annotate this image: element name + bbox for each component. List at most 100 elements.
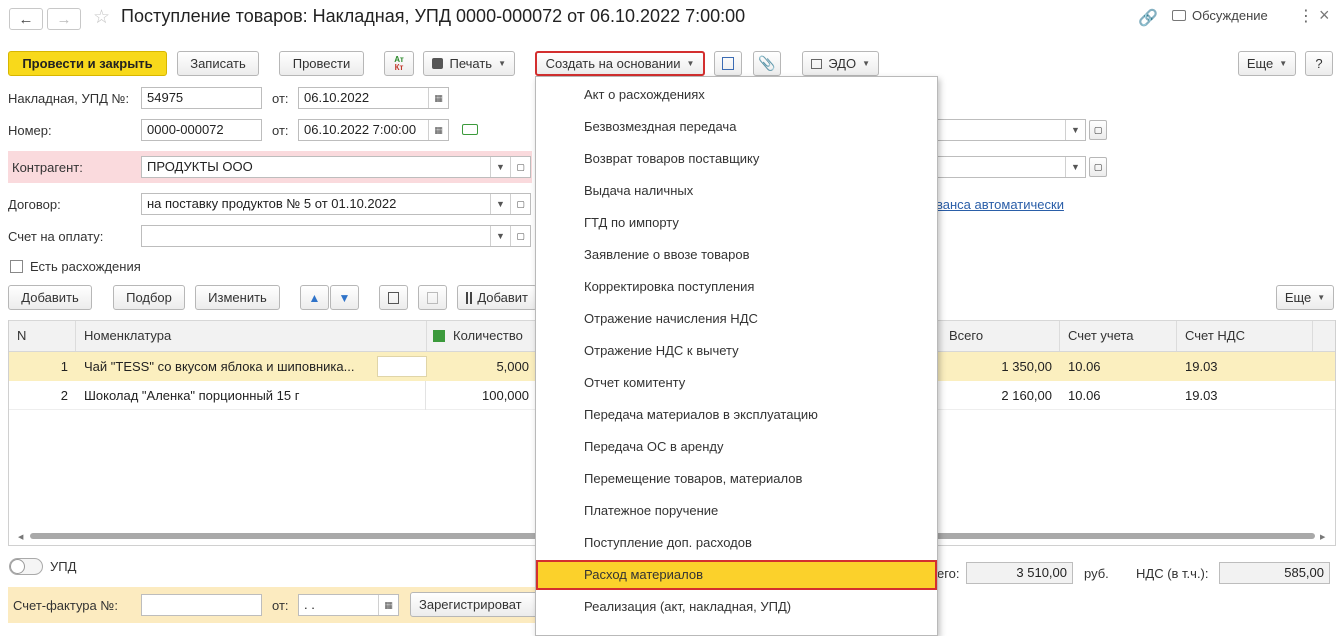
upd-label: УПД bbox=[50, 559, 77, 574]
col-quantity[interactable]: Количество bbox=[427, 321, 537, 351]
move-down-button[interactable]: ▼ bbox=[330, 285, 359, 310]
row-n: 2 bbox=[60, 388, 68, 403]
scroll-left-icon[interactable]: ◀ bbox=[18, 533, 23, 541]
col-n[interactable]: N bbox=[9, 321, 76, 351]
menu-item[interactable]: Поступление доп. расходов bbox=[536, 528, 937, 558]
link-icon[interactable]: 🔗 bbox=[1138, 8, 1158, 28]
forward-button[interactable]: → bbox=[47, 8, 81, 30]
more-button[interactable]: Еще ▼ bbox=[1238, 51, 1296, 76]
chevron-down-icon[interactable]: ▼ bbox=[1065, 120, 1085, 140]
doc-number-field[interactable]: 0000-000072 bbox=[141, 119, 262, 141]
discrepancy-checkbox[interactable] bbox=[10, 260, 23, 273]
chat-icon bbox=[1172, 10, 1186, 21]
row-nomenclature: Шоколад "Аленка" порционный 15 г bbox=[76, 381, 426, 410]
menu-item[interactable]: Заявление о ввозе товаров bbox=[536, 240, 937, 270]
upd-toggle[interactable] bbox=[9, 558, 43, 575]
edo-icon bbox=[811, 58, 823, 69]
menu-item-highlighted[interactable]: Расход материалов bbox=[536, 560, 937, 590]
menu-item[interactable]: Отражение начисления НДС bbox=[536, 304, 937, 334]
arrow-up-icon: ▲ bbox=[308, 290, 321, 305]
menu-item[interactable]: Передача материалов в эксплуатацию bbox=[536, 400, 937, 430]
back-button[interactable]: ← bbox=[9, 8, 43, 30]
dtkt-icon: Ат Кт bbox=[394, 54, 404, 72]
menu-item[interactable]: Возврат товаров поставщику bbox=[536, 144, 937, 174]
post-button[interactable]: Провести bbox=[279, 51, 364, 76]
sf-label: Счет-фактура №: bbox=[13, 598, 118, 613]
scroll-right-icon[interactable]: ▶ bbox=[1320, 533, 1325, 541]
more-vertical-icon[interactable]: ⋮ bbox=[1298, 6, 1314, 26]
chevron-down-icon[interactable]: ▼ bbox=[1065, 157, 1085, 177]
col-account[interactable]: Счет учета bbox=[1060, 321, 1177, 351]
menu-item[interactable]: Безвозмездная передача bbox=[536, 112, 937, 142]
col-vat-account[interactable]: Счет НДС bbox=[1177, 321, 1313, 351]
contract-field[interactable]: на поставку продуктов № 5 от 01.10.2022 … bbox=[141, 193, 531, 215]
calendar-icon[interactable]: ▦ bbox=[378, 595, 398, 615]
calendar-icon[interactable]: ▦ bbox=[428, 88, 448, 108]
open-icon[interactable]: ▢ bbox=[510, 226, 530, 246]
counterparty-field[interactable]: ПРОДУКТЫ ООО ▢ ▼ bbox=[141, 156, 531, 178]
payment-invoice-field[interactable]: ▢ ▼ bbox=[141, 225, 531, 247]
document-flow-icon[interactable] bbox=[462, 124, 478, 135]
save-button[interactable]: Записать bbox=[177, 51, 259, 76]
invoice-date-field[interactable]: 06.10.2022 ▦ bbox=[298, 87, 449, 109]
doc-date-field[interactable]: 06.10.2022 7:00:00 ▦ bbox=[298, 119, 449, 141]
open-warehouse-button[interactable]: ▢ bbox=[1089, 157, 1107, 177]
currency-label: руб. bbox=[1084, 566, 1109, 581]
post-and-close-button[interactable]: Провести и закрыть bbox=[8, 51, 167, 76]
pick-button[interactable]: Подбор bbox=[113, 285, 185, 310]
menu-item[interactable]: Передача ОС в аренду bbox=[536, 432, 937, 462]
print-button[interactable]: Печать ▼ bbox=[423, 51, 515, 76]
arrow-right-icon: → bbox=[56, 10, 72, 28]
table-more-button[interactable]: Еще ▼ bbox=[1276, 285, 1334, 310]
menu-item[interactable]: Отражение НДС к вычету bbox=[536, 336, 937, 366]
col-total[interactable]: Всего bbox=[941, 321, 1060, 351]
menu-item[interactable]: Выдача наличных bbox=[536, 176, 937, 206]
menu-item[interactable]: ГТД по импорту bbox=[536, 208, 937, 238]
dtkt-button[interactable]: Ат Кт bbox=[384, 51, 414, 76]
invoice-number-field[interactable]: 54975 bbox=[141, 87, 262, 109]
col-nomenclature[interactable]: Номенклатура bbox=[76, 321, 427, 351]
menu-item[interactable]: Отчет комитенту bbox=[536, 368, 937, 398]
create-based-on-menu: Акт о расхождениях Безвозмездная передач… bbox=[535, 76, 938, 636]
add-barcode-button[interactable]: Добавит bbox=[457, 285, 537, 310]
advance-offset-link[interactable]: ванса автоматически bbox=[936, 197, 1064, 212]
menu-item[interactable]: Акт о расхождениях bbox=[536, 80, 937, 110]
discussion-button[interactable]: Обсуждение bbox=[1172, 8, 1268, 23]
chevron-down-icon: ▼ bbox=[862, 59, 870, 68]
help-button[interactable]: ? bbox=[1305, 51, 1333, 76]
open-icon[interactable]: ▢ bbox=[510, 157, 530, 177]
calendar-icon[interactable]: ▦ bbox=[428, 120, 448, 140]
vat-label: НДС (в т.ч.): bbox=[1136, 566, 1209, 581]
vat-field: 585,00 bbox=[1219, 562, 1330, 584]
edit-button[interactable]: Изменить bbox=[195, 285, 280, 310]
open-icon[interactable]: ▢ bbox=[510, 194, 530, 214]
warehouse-field[interactable]: ▼ bbox=[936, 156, 1086, 178]
attachment-button[interactable]: 📎 bbox=[753, 51, 781, 76]
chevron-down-icon[interactable]: ▼ bbox=[490, 194, 510, 214]
menu-item[interactable]: Реализация (акт, накладная, УПД) bbox=[536, 592, 937, 622]
copy-rows-button[interactable] bbox=[379, 285, 408, 310]
register-button[interactable]: Зарегистрироват bbox=[410, 592, 540, 617]
chevron-down-icon[interactable]: ▼ bbox=[490, 157, 510, 177]
organization-field[interactable]: ▼ bbox=[936, 119, 1086, 141]
menu-item[interactable]: Платежное поручение bbox=[536, 496, 937, 526]
structure-button[interactable] bbox=[714, 51, 742, 76]
invoice-label: Накладная, УПД №: bbox=[8, 91, 130, 106]
chevron-down-icon[interactable]: ▼ bbox=[490, 226, 510, 246]
chevron-down-icon: ▼ bbox=[498, 59, 506, 68]
paste-rows-button[interactable] bbox=[418, 285, 447, 310]
move-up-button[interactable]: ▲ bbox=[300, 285, 329, 310]
menu-item[interactable]: Корректировка поступления bbox=[536, 272, 937, 302]
open-organization-button[interactable]: ▢ bbox=[1089, 120, 1107, 140]
row-total: 1 350,00 bbox=[1001, 359, 1052, 374]
edo-button[interactable]: ЭДО ▼ bbox=[802, 51, 879, 76]
sf-number-field[interactable] bbox=[141, 594, 262, 616]
sf-date-field[interactable]: . . ▦ bbox=[298, 594, 399, 616]
chevron-down-icon: ▼ bbox=[1279, 59, 1288, 68]
toggle-knob bbox=[10, 559, 25, 574]
add-row-button[interactable]: Добавить bbox=[8, 285, 92, 310]
create-based-on-button[interactable]: Создать на основании ▼ bbox=[535, 51, 705, 76]
close-icon[interactable]: × bbox=[1319, 5, 1330, 26]
menu-item[interactable]: Перемещение товаров, материалов bbox=[536, 464, 937, 494]
star-icon[interactable]: ☆ bbox=[93, 6, 110, 29]
